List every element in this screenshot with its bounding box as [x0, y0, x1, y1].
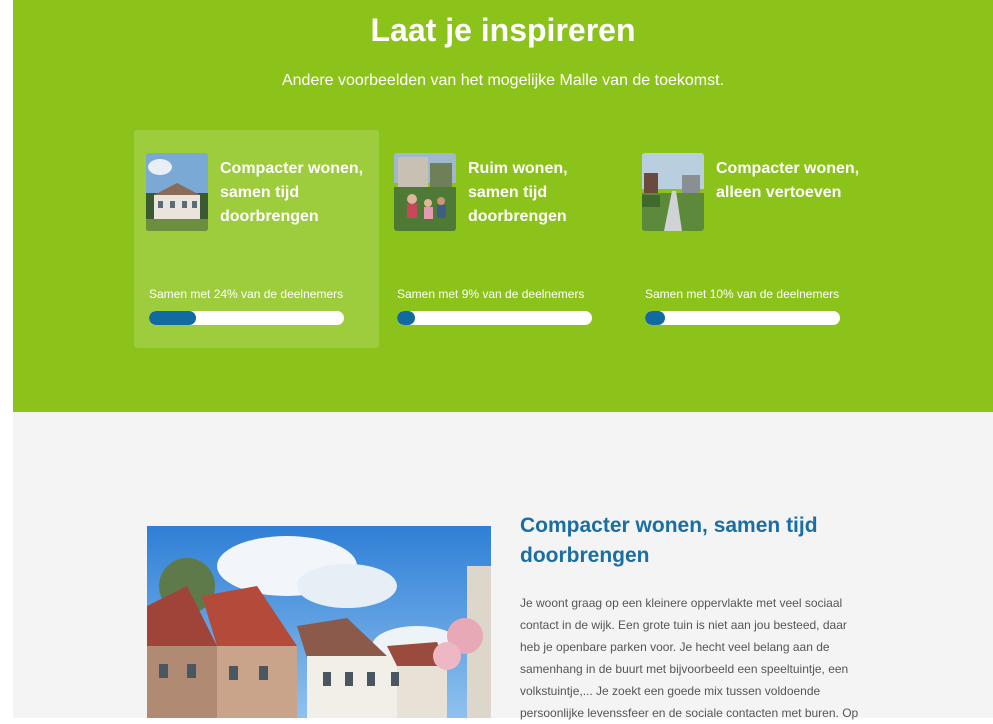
- hero-section: Laat je inspireren Andere voorbeelden va…: [13, 0, 993, 412]
- scenario-stat: Samen met 24% van de deelnemers: [149, 287, 344, 301]
- detail-description: Je woont graag op een kleinere oppervlak…: [520, 596, 859, 720]
- scenario-title: Compacter wonen, alleen vertoeven: [716, 160, 860, 201]
- progress-bar: [397, 311, 592, 325]
- progress-fill: [397, 311, 415, 325]
- detail-title: Compacter wonen, samen tijd doorbrengen: [520, 514, 818, 567]
- scenario-thumbnail-3: [642, 153, 704, 231]
- progress-fill: [645, 311, 665, 325]
- scenario-thumbnail-1: [146, 153, 208, 231]
- hero-subtitle: Andere voorbeelden van het mogelijke Mal…: [281, 72, 725, 89]
- progress-bar: [149, 311, 344, 325]
- scenario-card-2[interactable]: Ruim wonen, samen tijd doorbrengen Samen…: [382, 130, 627, 348]
- scenario-card-3[interactable]: Compacter wonen, alleen vertoeven Samen …: [630, 130, 875, 348]
- scenario-title: Ruim wonen, samen tijd doorbrengen: [468, 160, 568, 225]
- progress-bar: [645, 311, 840, 325]
- progress-fill: [149, 311, 196, 325]
- hero-title: Laat je inspireren: [370, 12, 636, 48]
- scenario-stat: Samen met 10% van de deelnemers: [645, 287, 840, 301]
- scenario-card-1[interactable]: Compacter wonen, samen tijd doorbrengen …: [134, 130, 379, 348]
- scenario-stat: Samen met 9% van de deelnemers: [397, 287, 585, 301]
- detail-photo: [147, 526, 491, 718]
- scenario-title: Compacter wonen, samen tijd doorbrengen: [220, 160, 364, 225]
- scenario-thumbnail-2: [394, 153, 456, 231]
